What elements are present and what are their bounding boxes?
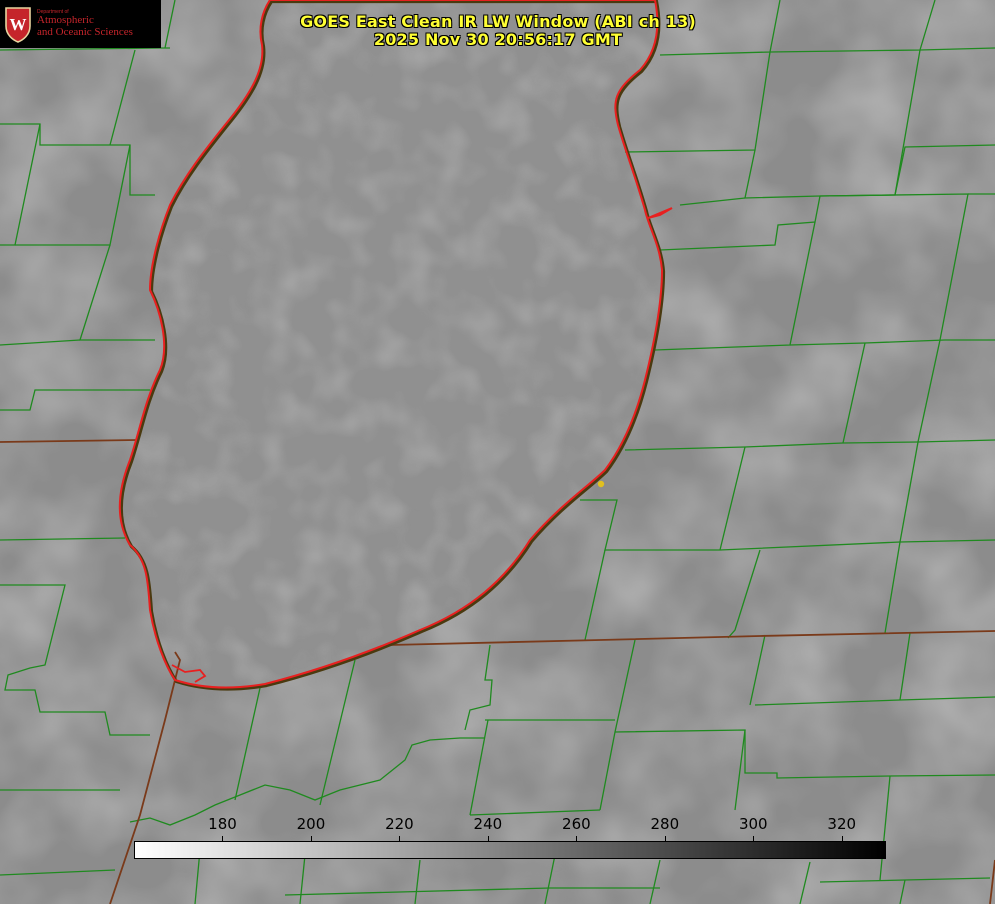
logo-line-1: Atmospheric: [37, 14, 94, 27]
colorbar-tick-label: 280: [650, 815, 680, 833]
logo-line-2: and Oceanic Sciences: [37, 25, 133, 38]
colorbar-tick-label: 180: [208, 815, 237, 833]
location-marker: [597, 480, 605, 488]
crest-letter: W: [10, 15, 27, 34]
colorbar-tick-label: 260: [562, 815, 591, 833]
product-title: GOES East Clean IR LW Window (ABI ch 13): [300, 12, 696, 31]
colorbar-tick-label: 240: [473, 815, 503, 833]
uw-crest-icon: W: [5, 7, 31, 43]
colorbar-tick-label: 200: [296, 815, 326, 833]
timestamp: 2025 Nov 30 20:56:17 GMT: [373, 30, 623, 49]
colorbar-tick-label: 220: [385, 815, 414, 833]
satellite-map[interactable]: [0, 0, 995, 904]
colorbar-tick-label: 320: [827, 815, 857, 833]
colorbar: [134, 841, 886, 859]
uw-aos-logo: W Department of Atmospheric and Oceanic …: [0, 0, 161, 48]
colorbar-tick-label: 300: [738, 815, 768, 833]
